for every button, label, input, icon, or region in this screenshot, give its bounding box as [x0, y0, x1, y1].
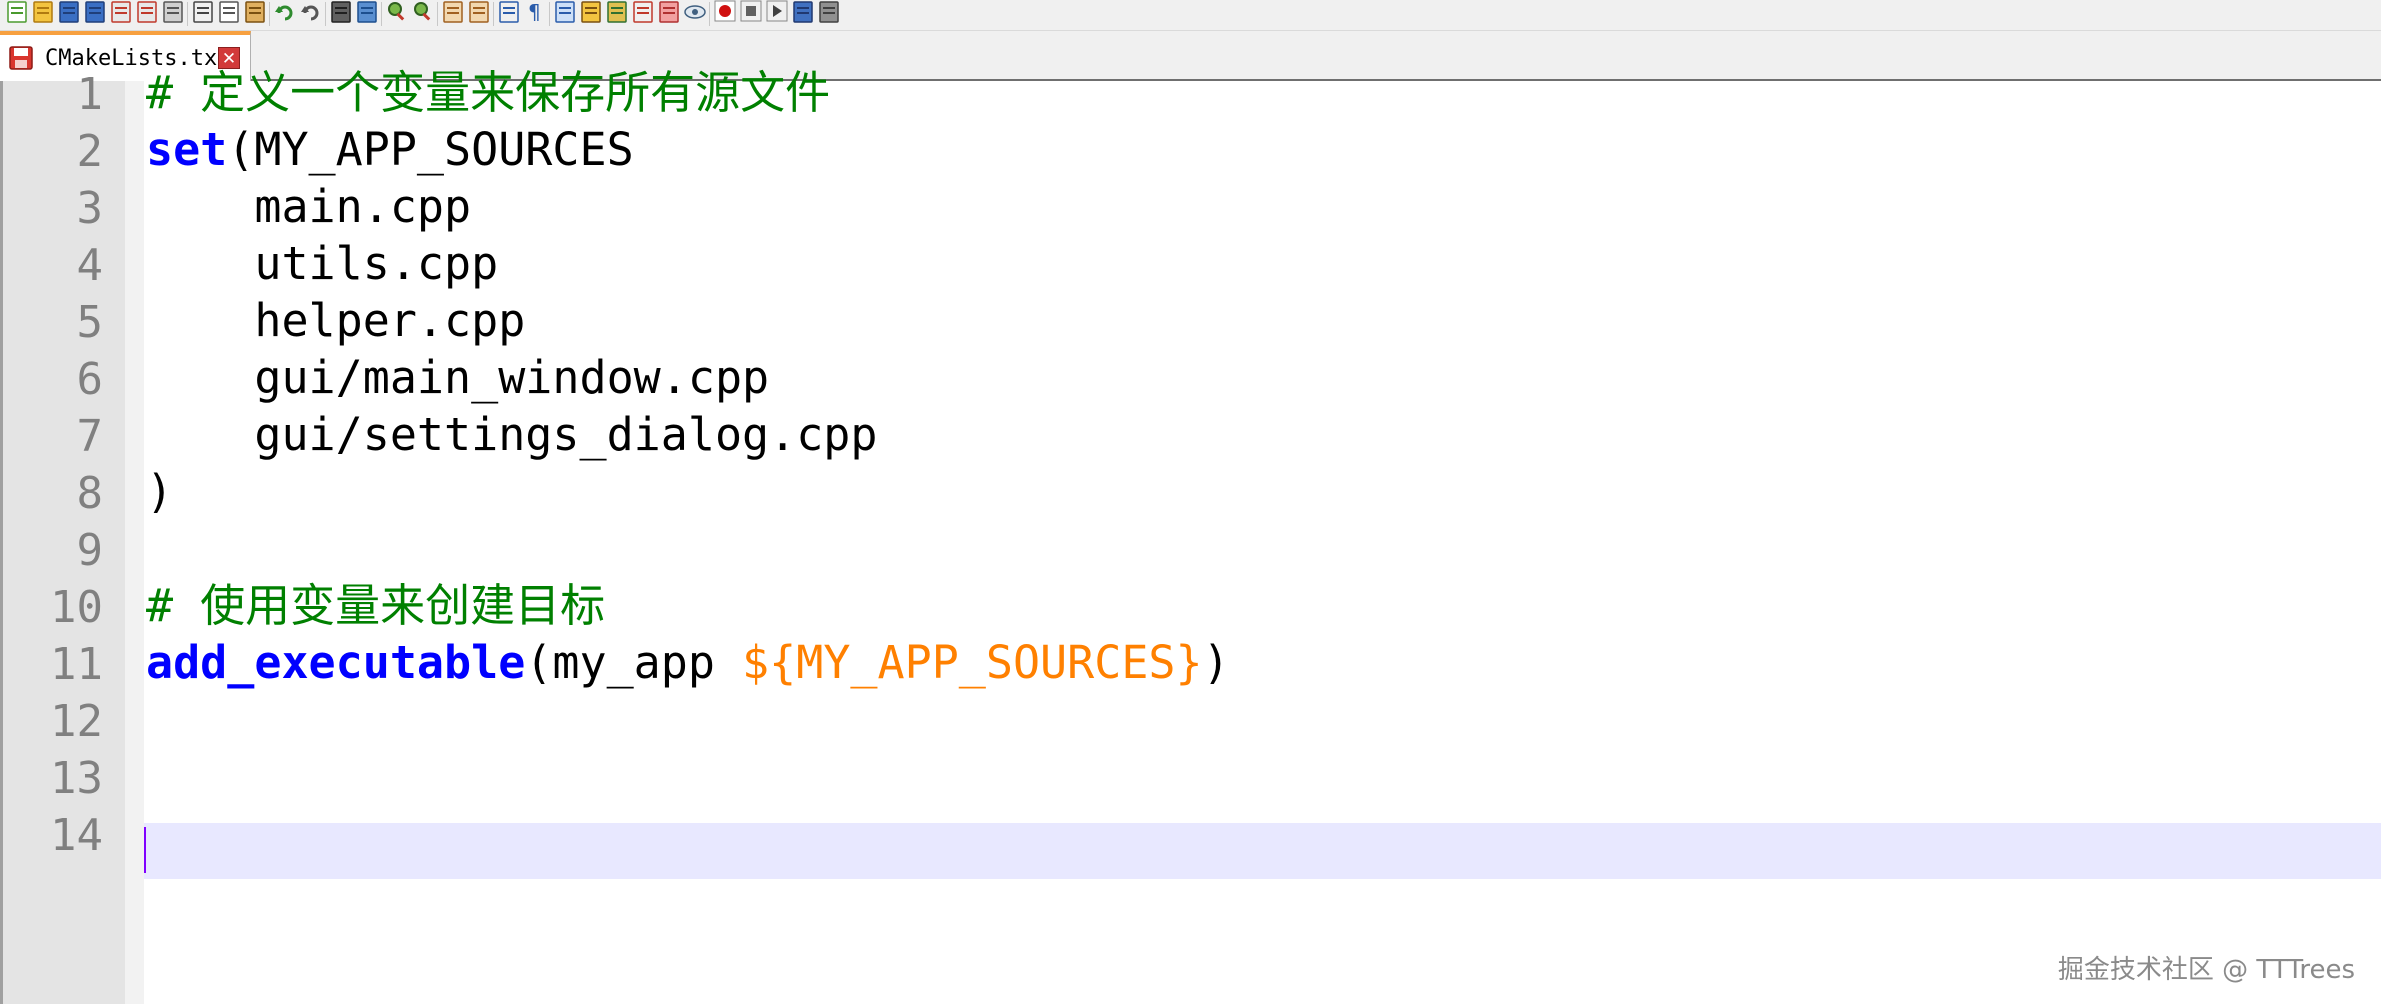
code-token: utils.cpp	[146, 237, 499, 290]
line-number: 2	[76, 126, 104, 177]
line-number: 14	[50, 810, 103, 861]
line-number: 4	[76, 240, 104, 291]
print-button[interactable]	[160, 0, 186, 26]
line-number: 11	[50, 639, 103, 690]
run-macro-multiple-button[interactable]	[790, 0, 816, 26]
monitoring-button[interactable]	[682, 0, 708, 26]
show-all-chars-button[interactable]: ¶	[522, 0, 548, 26]
paste-button[interactable]	[242, 0, 268, 26]
redo-button[interactable]	[298, 0, 324, 26]
line-number: 12	[50, 696, 103, 747]
find-button[interactable]	[328, 0, 354, 26]
line-number: 9	[76, 525, 104, 576]
line-number: 5	[76, 297, 104, 348]
code-line[interactable]: set(MY_APP_SOURCES	[146, 121, 634, 178]
code-token: (my_app	[525, 636, 743, 689]
code-line[interactable]: add_executable(my_app ${MY_APP_SOURCES})	[146, 634, 1230, 691]
folder-as-workspace-button[interactable]	[656, 0, 682, 26]
watermark: 掘金技术社区 @ TTTrees	[2057, 955, 2355, 985]
function-list-button[interactable]	[630, 0, 656, 26]
save-macro-button[interactable]	[816, 0, 842, 26]
line-number: 6	[76, 354, 104, 405]
toolbar-separator	[269, 2, 270, 26]
code-line[interactable]: gui/main_window.cpp	[146, 349, 769, 406]
doc-map-button[interactable]	[604, 0, 630, 26]
undo-button[interactable]	[272, 0, 298, 26]
code-token: )	[1202, 636, 1230, 689]
toolbar-separator	[187, 2, 188, 26]
code-line[interactable]: # 定义一个变量来保存所有源文件	[146, 64, 830, 121]
code-token: (MY_APP_SOURCES	[227, 123, 634, 176]
code-line[interactable]: utils.cpp	[146, 235, 498, 292]
code-token: helper.cpp	[146, 294, 526, 347]
zoom-out-button[interactable]	[410, 0, 436, 26]
define-language-button[interactable]	[578, 0, 604, 26]
close-button[interactable]	[108, 0, 134, 26]
code-token: gui/main_window.cpp	[146, 351, 770, 404]
stop-recording-button[interactable]	[738, 0, 764, 26]
keyword-token: set	[146, 123, 228, 176]
line-number-gutter: 1 2 3 4 5 6 7 8 9 10 11 12 13 14	[0, 69, 125, 1004]
code-line[interactable]: # 使用变量来创建目标	[146, 577, 605, 634]
notepad-plus-plus-window: ¶ CMakeLists.txt ✕ 1 2 3 4 5 6 7 8 9 10 11 12 13 14 #…	[0, 0, 2381, 1004]
comment-token: # 定义一个变量来保存所有源文件	[146, 66, 831, 119]
line-number: 8	[76, 468, 104, 519]
record-macro-button[interactable]	[712, 0, 738, 26]
toolbar-separator	[325, 2, 326, 26]
toolbar-separator	[381, 2, 382, 26]
svg-text:¶: ¶	[528, 0, 541, 24]
toolbar-separator	[549, 2, 550, 26]
save-all-button[interactable]	[82, 0, 108, 26]
open-file-button[interactable]	[30, 0, 56, 26]
playback-macro-button[interactable]	[764, 0, 790, 26]
close-all-button[interactable]	[134, 0, 160, 26]
code-line[interactable]: main.cpp	[146, 178, 471, 235]
comment-token: # 使用变量来创建目标	[146, 579, 606, 632]
indent-guide-button[interactable]	[552, 0, 578, 26]
current-line-highlight	[144, 823, 2381, 879]
line-number: 10	[50, 582, 103, 633]
text-caret	[144, 827, 146, 873]
fold-margin[interactable]	[125, 81, 144, 1004]
line-number: 3	[76, 183, 104, 234]
line-number: 7	[76, 411, 104, 462]
toolbar: ¶	[0, 0, 2381, 31]
toolbar-separator	[437, 2, 438, 26]
save-button[interactable]	[56, 0, 82, 26]
editor[interactable]: 1 2 3 4 5 6 7 8 9 10 11 12 13 14 # 定义一个变量来保存所有源文件 set(…	[0, 66, 2381, 1004]
line-number: 1	[76, 69, 104, 120]
line-number: 13	[50, 753, 103, 804]
cut-button[interactable]	[190, 0, 216, 26]
variable-reference-token: ${MY_APP_SOURCES}	[742, 636, 1203, 689]
code-line[interactable]: gui/settings_dialog.cpp	[146, 406, 878, 463]
new-file-button[interactable]	[4, 0, 30, 26]
toolbar-separator	[709, 2, 710, 26]
keyword-token: add_executable	[146, 636, 526, 689]
zoom-in-button[interactable]	[384, 0, 410, 26]
sync-horizontal-button[interactable]	[466, 0, 492, 26]
sync-vertical-button[interactable]	[440, 0, 466, 26]
code-line[interactable]: )	[146, 463, 173, 520]
replace-button[interactable]	[354, 0, 380, 26]
copy-button[interactable]	[216, 0, 242, 26]
code-token: )	[146, 465, 174, 518]
code-token: gui/settings_dialog.cpp	[146, 408, 878, 461]
word-wrap-button[interactable]	[496, 0, 522, 26]
toolbar-separator	[493, 2, 494, 26]
code-line[interactable]: helper.cpp	[146, 292, 525, 349]
code-token: main.cpp	[146, 180, 472, 233]
